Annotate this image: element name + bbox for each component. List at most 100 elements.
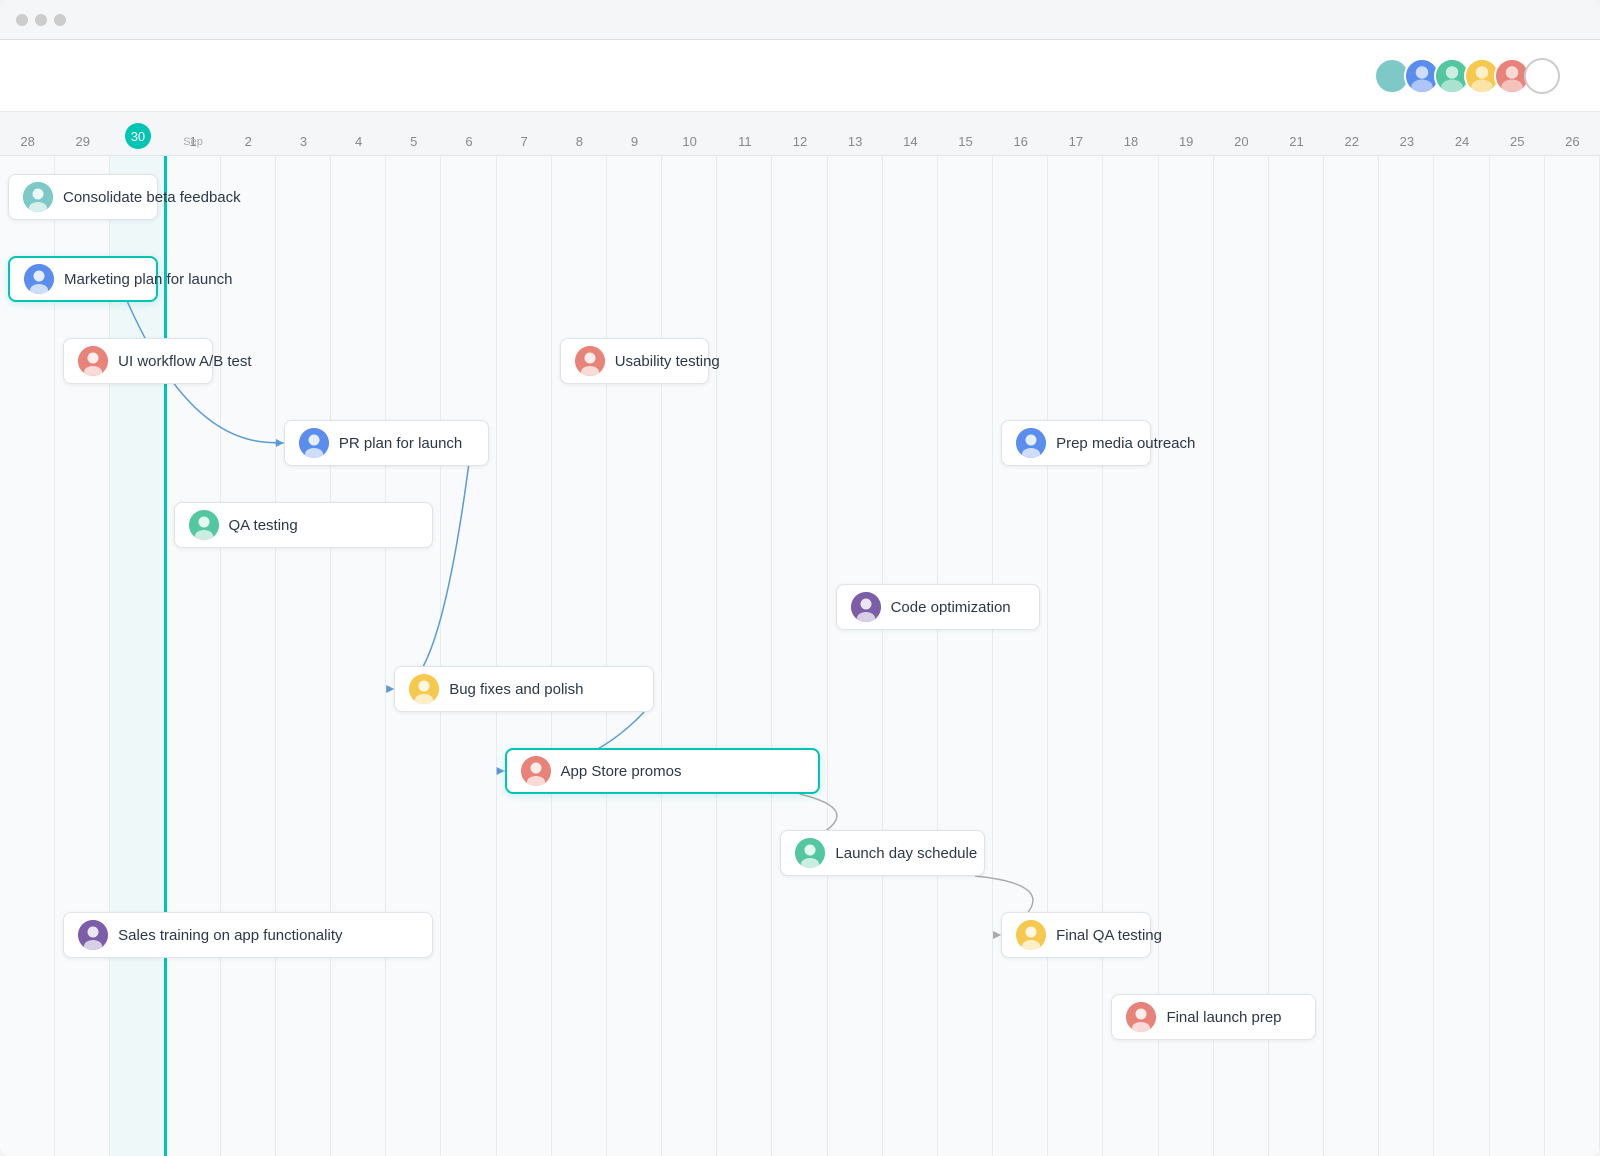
grid-col-12 (662, 156, 717, 1156)
task-label-t11: Launch day schedule (835, 845, 977, 862)
titlebar (0, 0, 1600, 40)
date-cell-11: 11 (717, 134, 772, 149)
date-cell-21: 21 (1269, 134, 1324, 149)
date-cell-19: 19 (1159, 134, 1214, 149)
date-cell-12: 12 (772, 134, 827, 149)
grid-col-15 (828, 156, 883, 1156)
date-cell-23: 23 (1379, 134, 1434, 149)
grid-col-1 (55, 156, 110, 1156)
date-cell-10: 10 (662, 134, 717, 149)
traffic-lights (16, 14, 66, 26)
date-cell-5: 5 (386, 134, 441, 149)
add-member-button[interactable] (1524, 58, 1560, 94)
task-card-t3[interactable]: UI workflow A/B test (63, 338, 213, 384)
task-card-t14[interactable]: Final launch prep (1111, 994, 1316, 1040)
date-cell-13: 13 (828, 134, 883, 149)
task-avatar-t3 (78, 346, 108, 376)
task-avatar-t4 (575, 346, 605, 376)
date-cell-8: 8 (552, 134, 607, 149)
avatar-img (1126, 1002, 1156, 1032)
task-card-t7[interactable]: QA testing (174, 502, 434, 548)
grid-col-25 (1379, 156, 1434, 1156)
date-cell-14: 14 (883, 134, 938, 149)
date-cell-9: 9 (607, 134, 662, 149)
task-card-t2[interactable]: Marketing plan for launch (8, 256, 158, 302)
grid-col-17 (938, 156, 993, 1156)
task-card-t10[interactable]: App Store promos (505, 748, 820, 794)
date-cell-30: 30 (110, 123, 165, 149)
date-cell-4: 4 (331, 134, 386, 149)
task-card-t6[interactable]: Prep media outreach (1001, 420, 1151, 466)
task-label-t9: Bug fixes and polish (449, 681, 583, 698)
traffic-light-minimize[interactable] (35, 14, 47, 26)
header (0, 40, 1600, 112)
avatar-img (575, 346, 605, 376)
task-label-t1: Consolidate beta feedback (63, 189, 241, 206)
avatars-group (1374, 58, 1560, 94)
avatar-img (78, 920, 108, 950)
task-label-t10: App Store promos (561, 763, 682, 780)
task-label-t7: QA testing (229, 517, 298, 534)
task-card-t9[interactable]: Bug fixes and polish (394, 666, 654, 712)
grid-col-10 (552, 156, 607, 1156)
task-avatar-t2 (24, 264, 54, 294)
avatar-img (409, 674, 439, 704)
avatar-img (1016, 428, 1046, 458)
app-window: 282930Sep1234567891011121314151617181920… (0, 0, 1600, 1156)
grid-col-4 (221, 156, 276, 1156)
task-card-t11[interactable]: Launch day schedule (780, 830, 985, 876)
traffic-light-maximize[interactable] (54, 14, 66, 26)
traffic-light-close[interactable] (16, 14, 28, 26)
today-line (165, 156, 167, 1156)
task-card-t12[interactable]: Sales training on app functionality (63, 912, 433, 958)
grid-col-27 (1490, 156, 1545, 1156)
grid-col-7 (386, 156, 441, 1156)
grid-col-6 (331, 156, 386, 1156)
task-avatar-t9 (409, 674, 439, 704)
grid-col-16 (883, 156, 938, 1156)
date-cell-18: 18 (1103, 134, 1158, 149)
date-cell-26: 26 (1545, 134, 1600, 149)
month-label: Sep (183, 136, 203, 148)
task-label-t8: Code optimization (891, 599, 1011, 616)
avatar-img (521, 756, 551, 786)
task-label-t2: Marketing plan for launch (64, 271, 232, 288)
task-card-t13[interactable]: Final QA testing (1001, 912, 1151, 958)
date-cell-20: 20 (1214, 134, 1269, 149)
grid-col-19 (1048, 156, 1103, 1156)
date-cell-17: 17 (1048, 134, 1103, 149)
avatar-img (23, 182, 53, 212)
avatar-img (78, 346, 108, 376)
task-avatar-t7 (189, 510, 219, 540)
task-card-t8[interactable]: Code optimization (836, 584, 1041, 630)
avatar-img (1016, 920, 1046, 950)
task-label-t12: Sales training on app functionality (118, 927, 342, 944)
grid-col-18 (993, 156, 1048, 1156)
task-avatar-t6 (1016, 428, 1046, 458)
avatar-img (795, 838, 825, 868)
grid-col-13 (717, 156, 772, 1156)
task-avatar-t1 (23, 182, 53, 212)
gantt-body: Consolidate beta feedback Marketing plan … (0, 156, 1600, 1156)
task-label-t4: Usability testing (615, 353, 720, 370)
date-cell-1: Sep1 (166, 134, 221, 149)
task-avatar-t13 (1016, 920, 1046, 950)
date-cell-29: 29 (55, 134, 110, 149)
date-cell-7: 7 (497, 134, 552, 149)
avatar-img (851, 592, 881, 622)
task-avatar-t12 (78, 920, 108, 950)
grid-col-24 (1324, 156, 1379, 1156)
date-cell-6: 6 (441, 134, 496, 149)
task-card-t1[interactable]: Consolidate beta feedback (8, 174, 158, 220)
task-card-t5[interactable]: PR plan for launch (284, 420, 489, 466)
grid-col-2 (110, 156, 165, 1156)
calendar-area: 282930Sep1234567891011121314151617181920… (0, 112, 1600, 1156)
avatar-img (299, 428, 329, 458)
task-card-t4[interactable]: Usability testing (560, 338, 710, 384)
grid-col-8 (441, 156, 496, 1156)
task-avatar-t8 (851, 592, 881, 622)
task-avatar-t10 (521, 756, 551, 786)
date-cell-28: 28 (0, 134, 55, 149)
date-cell-2: 2 (221, 134, 276, 149)
date-cell-3: 3 (276, 134, 331, 149)
